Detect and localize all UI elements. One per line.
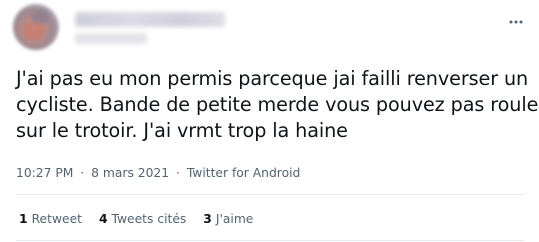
tweet-card: J'ai pas eu mon permis parceque jai fail… — [0, 0, 539, 242]
quote-tweets-count: 4 — [98, 212, 108, 226]
retweets-count: 1 — [19, 212, 28, 226]
tweet-text-line: J'ai pas eu mon permis parceque jai fail… — [16, 67, 529, 90]
username-redacted[interactable] — [75, 33, 147, 44]
meta-separator: · — [175, 166, 180, 180]
quote-tweets-label: Tweets cités — [111, 212, 187, 226]
retweets-label: Retweet — [31, 212, 82, 226]
divider — [16, 194, 524, 195]
divider — [16, 240, 524, 241]
avatar-blur-shape — [23, 22, 45, 40]
tweet-text-line: cycliste. Bande de petite merde vous pou… — [16, 93, 539, 116]
avatar-blur-shape — [31, 10, 49, 24]
display-name-redacted[interactable] — [75, 12, 225, 27]
more-options-button[interactable] — [503, 9, 529, 35]
likes-stat[interactable]: 3 J'aime — [203, 212, 253, 226]
tweet-date[interactable]: 8 mars 2021 — [91, 166, 169, 180]
meta-separator: · — [80, 166, 85, 180]
tweet-text-line: sur le trotoir. J'ai vrmt trop la haine — [16, 119, 348, 142]
retweets-stat[interactable]: 1 Retweet — [19, 212, 82, 226]
more-horizontal-icon — [509, 20, 523, 24]
tweet-meta: 10:27 PM · 8 mars 2021 · Twitter for And… — [16, 166, 300, 180]
tweet-time[interactable]: 10:27 PM — [16, 166, 73, 180]
likes-count: 3 — [203, 212, 212, 226]
avatar[interactable] — [13, 4, 59, 50]
quote-tweets-stat[interactable]: 4 Tweets cités — [99, 212, 186, 226]
tweet-stats: 1 Retweet 4 Tweets cités 3 J'aime — [19, 212, 270, 226]
tweet-text: J'ai pas eu mon permis parceque jai fail… — [16, 66, 539, 144]
likes-label: J'aime — [215, 212, 254, 226]
tweet-source-link[interactable]: Twitter for Android — [187, 166, 300, 180]
